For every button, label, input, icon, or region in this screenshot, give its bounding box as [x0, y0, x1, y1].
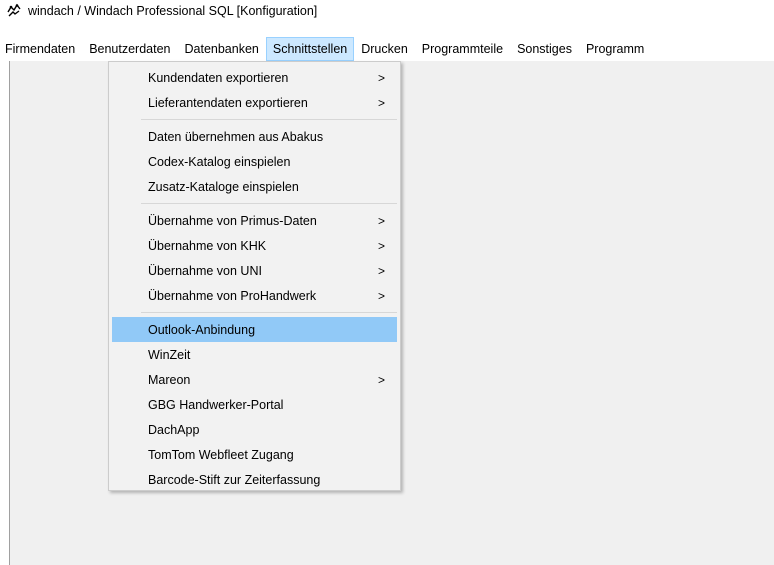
- menu-item--bernahme-von-prohandwerk[interactable]: Übernahme von ProHandwerk >: [112, 283, 397, 308]
- submenu-arrow-icon: >: [377, 372, 385, 387]
- window-title: windach / Windach Professional SQL [Konf…: [28, 4, 318, 18]
- submenu-arrow-icon: >: [377, 213, 385, 228]
- menu-item-mareon[interactable]: Mareon >: [112, 367, 397, 392]
- menu-item-label: Codex-Katalog einspielen: [148, 154, 291, 169]
- menu-item-label: GBG Handwerker-Portal: [148, 397, 284, 412]
- submenu-arrow-icon: >: [377, 238, 385, 253]
- menu-item-winzeit[interactable]: WinZeit: [112, 342, 397, 367]
- menu-programmteile[interactable]: Programmteile: [415, 37, 510, 61]
- menu-item-label: Übernahme von UNI: [148, 263, 262, 278]
- menu-separator: [141, 203, 397, 204]
- menu-item--bernahme-von-khk[interactable]: Übernahme von KHK >: [112, 233, 397, 258]
- menu-item-label: Übernahme von ProHandwerk: [148, 288, 317, 303]
- menu-item-codex-katalog-einspielen[interactable]: Codex-Katalog einspielen: [112, 149, 397, 174]
- menu-programm[interactable]: Programm: [579, 37, 651, 61]
- submenu-arrow-icon: >: [377, 95, 385, 110]
- menu-item-label: Outlook-Anbindung: [148, 322, 256, 337]
- menu-item-label: Übernahme von KHK: [148, 238, 267, 253]
- menu-item-daten-bernehmen-aus-abakus[interactable]: Daten übernehmen aus Abakus: [112, 124, 397, 149]
- menu-item-label: Übernahme von Primus-Daten: [148, 213, 317, 228]
- schnittstellen-dropdown-menu: Kundendaten exportieren > Lieferantendaten…: [108, 61, 401, 491]
- menu-item--bernahme-von-primus-daten[interactable]: Übernahme von Primus-Daten >: [112, 208, 397, 233]
- menu-item-label: DachApp: [148, 422, 200, 437]
- menu-item-label: Kundendaten exportieren: [148, 70, 289, 85]
- menu-benutzerdaten[interactable]: Benutzerdaten: [82, 37, 177, 61]
- menu-item-tomtom-webfleet-zugang[interactable]: TomTom Webfleet Zugang: [112, 442, 397, 467]
- menu-item-label: TomTom Webfleet Zugang: [148, 447, 294, 462]
- submenu-arrow-icon: >: [377, 288, 385, 303]
- submenu-arrow-icon: >: [377, 70, 385, 85]
- app-logo-icon: [6, 3, 22, 19]
- menu-item-label: Zusatz-Kataloge einspielen: [148, 179, 299, 194]
- menu-item-kundendaten-exportieren[interactable]: Kundendaten exportieren >: [112, 65, 397, 90]
- title-bar: windach / Windach Professional SQL [Konf…: [0, 0, 774, 22]
- menu-item-zusatz-kataloge-einspielen[interactable]: Zusatz-Kataloge einspielen: [112, 174, 397, 199]
- menu-separator: [141, 119, 397, 120]
- menu-bar: Firmendaten Benutzerdaten Datenbanken Schni…: [0, 37, 774, 61]
- menu-item-label: Daten übernehmen aus Abakus: [148, 129, 324, 144]
- menu-item-dachapp[interactable]: DachApp: [112, 417, 397, 442]
- menu-datenbanken[interactable]: Datenbanken: [178, 37, 266, 61]
- menu-item-barcode-stift-zur-zeiterfassung[interactable]: Barcode-Stift zur Zeiterfassung: [112, 467, 397, 492]
- menu-item-gbg-handwerker-portal[interactable]: GBG Handwerker-Portal: [112, 392, 397, 417]
- menu-item--bernahme-von-uni[interactable]: Übernahme von UNI >: [112, 258, 397, 283]
- menu-item-lieferantendaten-exportieren[interactable]: Lieferantendaten exportieren >: [112, 90, 397, 115]
- menu-schnittstellen[interactable]: Schnittstellen: [265, 37, 355, 61]
- menu-item-label: Lieferantendaten exportieren: [148, 95, 308, 110]
- menu-item-outlook-anbindung[interactable]: Outlook-Anbindung: [112, 317, 397, 342]
- menu-item-label: Barcode-Stift zur Zeiterfassung: [148, 472, 321, 487]
- submenu-arrow-icon: >: [377, 263, 385, 278]
- menu-sonstiges[interactable]: Sonstiges: [510, 37, 579, 61]
- menu-separator: [141, 312, 397, 313]
- menu-item-label: WinZeit: [148, 347, 191, 362]
- menu-item-label: Mareon: [148, 372, 191, 387]
- menu-drucken[interactable]: Drucken: [354, 37, 415, 61]
- menu-firmendaten[interactable]: Firmendaten: [0, 37, 82, 61]
